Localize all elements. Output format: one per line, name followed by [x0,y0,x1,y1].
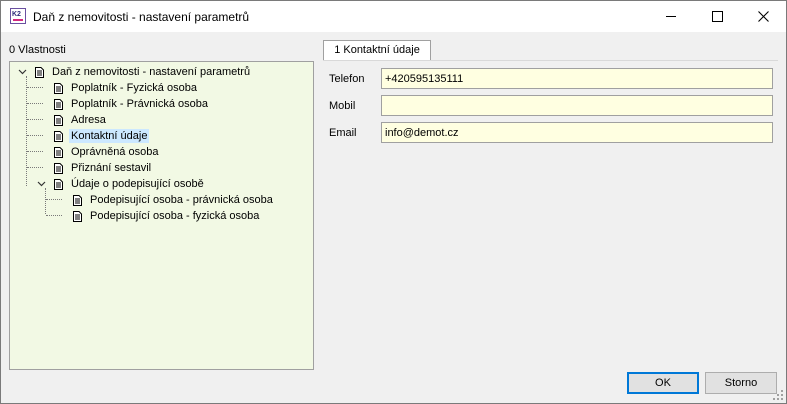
signatory-collapse-icon[interactable] [37,179,46,188]
tree-item-udaje-podepisujici[interactable]: Údaje o podepisující osobě [54,176,206,192]
cancel-button[interactable]: Storno [705,372,777,394]
mobile-field[interactable] [381,95,773,116]
minimize-button[interactable] [648,1,694,32]
close-button[interactable] [740,1,786,32]
document-icon [54,130,63,142]
properties-label: 0 Vlastnosti [9,44,66,56]
tab-divider [323,60,778,61]
resize-grip-icon[interactable] [773,390,783,400]
title-bar[interactable]: K2 Daň z nemovitosti - nastavení paramet… [1,1,786,32]
tree-root-label: Daň z nemovitosti - nastavení parametrů [52,66,251,78]
tree-item-adresa[interactable]: Adresa [54,112,108,128]
app-icon-text: K2 [12,11,21,18]
maximize-button[interactable] [694,1,740,32]
tree-subitem-fyzicka[interactable]: Podepisující osoba - fyzická osoba [73,208,261,224]
document-icon [54,82,63,94]
tree-item-label: Kontaktní údaje [69,129,150,143]
tree-item-kontaktni-udaje[interactable]: Kontaktní údaje [54,128,150,144]
document-icon [35,66,44,78]
tree-item-label: Oprávněná osoba [71,146,159,158]
properties-tree[interactable]: Daň z nemovitosti - nastavení parametrů … [9,61,314,370]
document-icon [73,194,82,206]
email-field[interactable] [381,122,773,143]
document-icon [54,162,63,174]
document-icon [54,146,63,158]
tree-item-label: Údaje o podepisující osobě [71,178,204,190]
app-icon: K2 [10,8,26,24]
maximize-icon [711,11,723,22]
close-icon [757,11,769,22]
root-collapse-icon[interactable] [18,67,27,76]
ok-button[interactable]: OK [627,372,699,394]
tree-item-label: Podepisující osoba - fyzická osoba [90,210,260,222]
tree-item-label: Podepisující osoba - právnická osoba [90,194,273,206]
tree-item-label: Adresa [71,114,106,126]
tree-item-priznani-sestavil[interactable]: Přiznání sestavil [54,160,153,176]
tree-subitem-pravnicka[interactable]: Podepisující osoba - právnická osoba [73,192,275,208]
email-label: Email [329,127,357,139]
mobile-label: Mobil [329,100,356,112]
tree-root[interactable]: Daň z nemovitosti - nastavení parametrů [35,64,252,80]
tree-item-label: Poplatník - Fyzická osoba [71,82,197,94]
phone-label: Telefon [329,73,365,85]
tree-item-poplatnik-fyzicka[interactable]: Poplatník - Fyzická osoba [54,80,199,96]
document-icon [73,210,82,222]
document-icon [54,178,63,190]
dialog-window: K2 Daň z nemovitosti - nastavení paramet… [0,0,787,404]
window-title: Daň z nemovitosti - nastavení parametrů [33,10,250,24]
tree-item-opravnena-osoba[interactable]: Oprávněná osoba [54,144,160,160]
minimize-icon [666,16,676,17]
tree-item-poplatnik-pravnicka[interactable]: Poplatník - Právnická osoba [54,96,210,112]
phone-field[interactable] [381,68,773,89]
tree-item-label: Poplatník - Právnická osoba [71,98,208,110]
document-icon [54,114,63,126]
tab-kontaktni-udaje[interactable]: 1 Kontaktní údaje [323,40,431,61]
tree-item-label: Přiznání sestavil [71,162,152,174]
document-icon [54,98,63,110]
